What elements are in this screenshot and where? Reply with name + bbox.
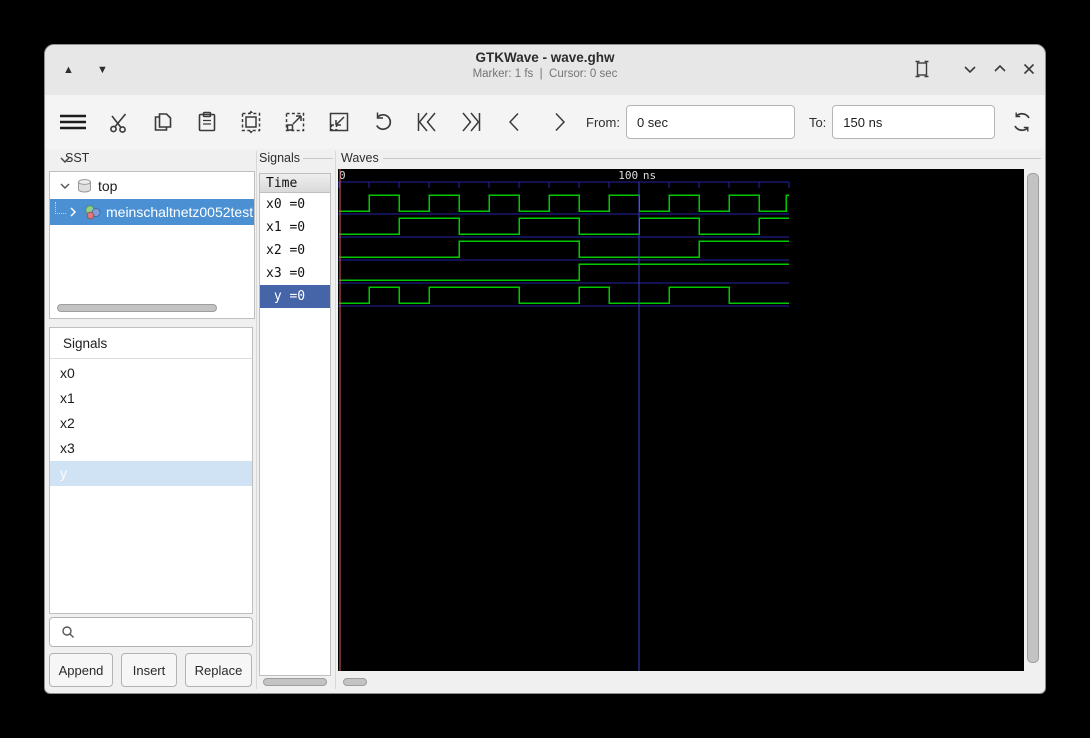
time-header[interactable]: Time — [260, 174, 330, 193]
wave-hscrollbar[interactable] — [343, 678, 367, 686]
search-icon — [60, 624, 76, 640]
paste-icon[interactable] — [194, 109, 220, 135]
wave-y — [339, 286, 789, 304]
wave-x1 — [339, 217, 789, 235]
waves-label: Waves — [341, 151, 379, 165]
toolbar: From: To: — [45, 95, 1045, 149]
signal-list-header: Signals — [50, 328, 252, 359]
list-item-x1[interactable]: x1 — [50, 386, 252, 411]
zoom-in-icon[interactable] — [282, 109, 308, 135]
module-cylinder-icon — [76, 178, 93, 194]
step-left-icon[interactable] — [502, 109, 528, 135]
to-label: To: — [808, 114, 827, 130]
sst-hscrollbar[interactable] — [57, 304, 217, 312]
signal-names-hscrollbar[interactable] — [263, 678, 327, 686]
sig-row-x0[interactable]: x0 =0 — [260, 193, 330, 216]
titlebar[interactable]: ▲ ▼ GTKWave - wave.ghw Marker: 1 fs | Cu… — [45, 45, 1045, 96]
window-title: GTKWave - wave.ghw — [475, 50, 615, 65]
signals-frame-line — [303, 158, 333, 159]
list-item-x3[interactable]: x3 — [50, 436, 252, 461]
maximize-icon[interactable] — [989, 58, 1011, 80]
copy-icon[interactable] — [150, 109, 176, 135]
title-block: GTKWave - wave.ghw Marker: 1 fs | Cursor… — [45, 50, 1045, 80]
close-icon[interactable] — [1018, 58, 1040, 80]
waveform-plot: 0 100 ns — [338, 169, 790, 671]
wave-x0 — [339, 194, 789, 212]
sig-row-y[interactable]: y =0 — [260, 285, 330, 308]
tree-item-top[interactable]: top — [98, 178, 117, 194]
zoom-out-icon[interactable] — [326, 109, 352, 135]
tree-connector — [55, 201, 66, 214]
signal-search-list[interactable]: Signals x0 x1 x2 x3 y — [49, 327, 253, 614]
list-item-x0[interactable]: x0 — [50, 361, 252, 386]
sig-row-x2[interactable]: x2 =0 — [260, 239, 330, 262]
append-button[interactable]: Append — [49, 653, 113, 687]
wave-x3 — [339, 263, 789, 281]
tree-row-top[interactable]: top — [50, 174, 254, 198]
paned-divider-left[interactable] — [256, 151, 257, 689]
cut-icon[interactable] — [106, 109, 132, 135]
expander-open-icon[interactable] — [58, 179, 72, 193]
tree-item-testbench[interactable]: meinschaltnetz0052testb — [106, 204, 254, 220]
step-right-icon[interactable] — [546, 109, 572, 135]
list-item-x2[interactable]: x2 — [50, 411, 252, 436]
insert-button[interactable]: Insert — [121, 653, 177, 687]
waves-frame-line — [383, 158, 1041, 159]
hamburger-menu-icon[interactable] — [58, 109, 88, 135]
undo-icon[interactable] — [370, 109, 396, 135]
timescale-label: ns — [643, 169, 656, 182]
component-icon — [84, 204, 101, 220]
gtkwave-window: ▲ ▼ GTKWave - wave.ghw Marker: 1 fs | Cu… — [44, 44, 1046, 694]
minimize-icon[interactable] — [959, 58, 981, 80]
skip-to-start-icon[interactable] — [414, 109, 440, 135]
timescale-label: 100 — [618, 169, 638, 182]
reload-icon[interactable] — [1009, 109, 1035, 135]
list-item-y[interactable]: y — [50, 461, 252, 486]
sst-collapse-icon[interactable] — [58, 153, 72, 167]
signals-panel-label: Signals — [259, 151, 300, 165]
from-label: From: — [586, 114, 620, 130]
skip-to-end-icon[interactable] — [458, 109, 484, 135]
to-input[interactable] — [832, 105, 996, 139]
sig-row-x3[interactable]: x3 =0 — [260, 262, 330, 285]
sig-row-x1[interactable]: x1 =0 — [260, 216, 330, 239]
expander-closed-icon[interactable] — [66, 205, 80, 219]
wave-vscrollbar[interactable] — [1027, 173, 1039, 663]
zoom-fit-icon[interactable] — [238, 109, 264, 135]
replace-button[interactable]: Replace — [185, 653, 252, 687]
signal-names-panel[interactable]: Time x0 =0 x1 =0 x2 =0 x3 =0 y =0 — [259, 173, 331, 676]
wave-x2 — [339, 240, 789, 258]
signal-search-box[interactable] — [49, 617, 253, 647]
marker-cursor-status: Marker: 1 fs | Cursor: 0 sec — [472, 68, 618, 80]
tree-row-testbench[interactable]: meinschaltnetz0052testb — [50, 199, 254, 225]
fit-window-icon[interactable] — [911, 58, 933, 80]
from-input[interactable] — [625, 105, 795, 139]
sst-tree[interactable]: top meinschaltnetz0052testb — [49, 171, 255, 319]
wave-canvas[interactable]: 0 100 ns — [338, 169, 1024, 671]
paned-divider-right[interactable] — [335, 151, 336, 689]
